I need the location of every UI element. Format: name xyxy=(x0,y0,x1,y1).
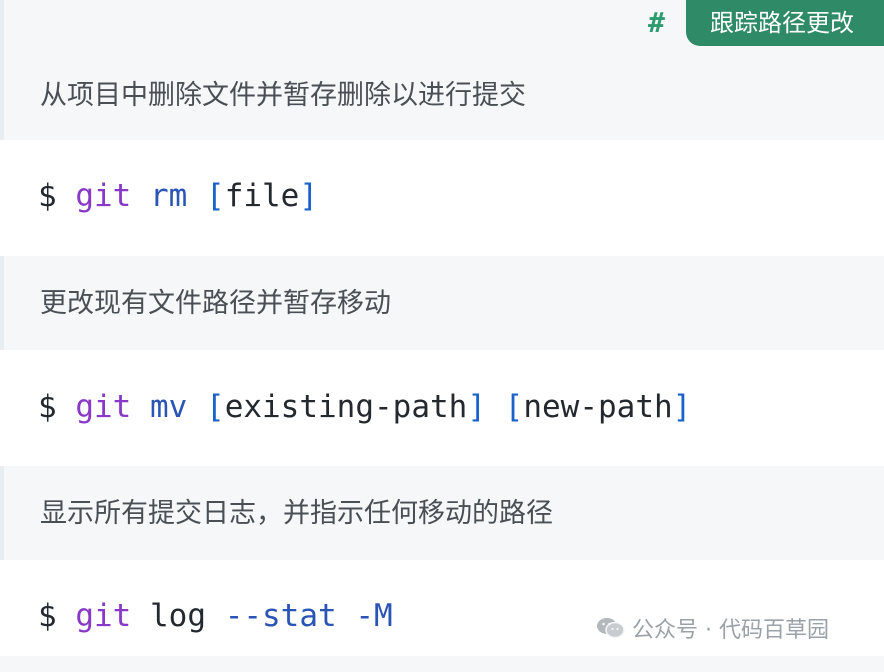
arg-close-bracket: ] xyxy=(672,389,692,425)
shell-prompt: $ xyxy=(38,178,57,214)
command-subcommand: rm xyxy=(150,178,188,214)
command-flag: --stat xyxy=(224,598,337,634)
watermark-text: 公众号 · 代码百草园 xyxy=(632,618,829,643)
command-description: 从项目中删除文件并暂存删除以进行提交 xyxy=(40,80,526,111)
command-subcommand: log xyxy=(150,598,207,634)
arg-open-bracket: [ xyxy=(504,389,524,425)
command-subcommand: mv xyxy=(150,389,188,425)
command-description: 显示所有提交日志，并指示任何移动的路径 xyxy=(40,498,553,529)
wechat-icon xyxy=(597,618,625,639)
code-block[interactable]: $ git mv [existing-path] [new-path] xyxy=(0,350,884,466)
command-tool: git xyxy=(75,389,132,425)
section-anchor-link[interactable]: # xyxy=(648,6,665,39)
arg-close-bracket: ] xyxy=(467,389,486,425)
watermark: 公众号 · 代码百草园 xyxy=(596,612,829,644)
code-block[interactable]: $ git rm [file] xyxy=(0,140,884,256)
shell-prompt: $ xyxy=(38,598,57,634)
command-arg: new-path xyxy=(523,389,673,425)
section-tag: 跟踪路径更改 xyxy=(686,0,884,46)
command-tool: git xyxy=(75,178,132,214)
command-arg: existing-path xyxy=(224,389,468,425)
command-tool: git xyxy=(75,598,132,634)
command-description: 更改现有文件路径并暂存移动 xyxy=(40,288,391,319)
command-arg: file xyxy=(224,178,300,214)
arg-open-bracket: [ xyxy=(206,178,225,214)
arg-close-bracket: ] xyxy=(299,178,319,214)
arg-open-bracket: [ xyxy=(206,389,225,425)
cheatsheet-page: # 跟踪路径更改 从项目中删除文件并暂存删除以进行提交 $ git rm [fi… xyxy=(0,0,884,656)
shell-prompt: $ xyxy=(38,389,57,425)
command-flag: -M xyxy=(355,598,393,634)
